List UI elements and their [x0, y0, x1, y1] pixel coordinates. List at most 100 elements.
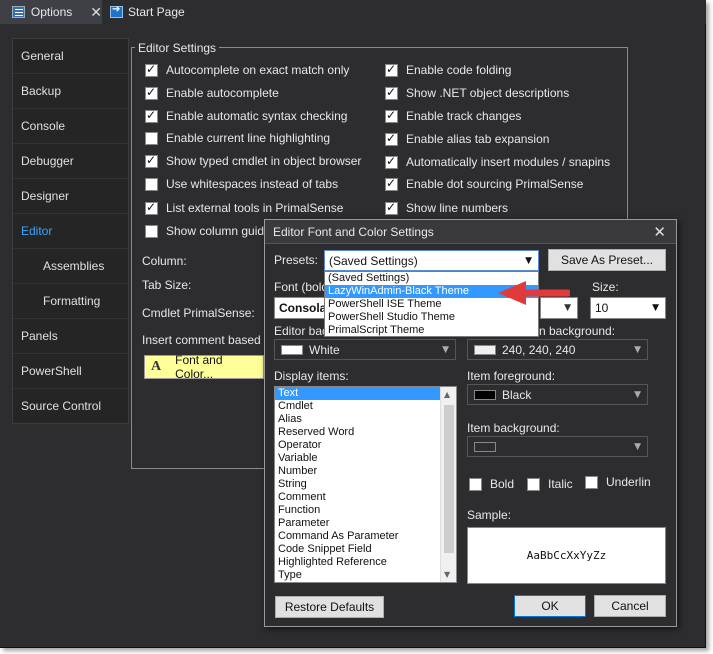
list-item[interactable]: Highlighted Reference	[275, 556, 456, 569]
editor-background-select[interactable]: White ▼	[274, 339, 456, 360]
checkbox-box[interactable]	[385, 200, 398, 215]
presets-select[interactable]: (Saved Settings) ▼	[324, 250, 539, 271]
checkbox-code-folding[interactable]: Enable code folding	[385, 62, 511, 77]
checkbox-column-guide[interactable]: Show column guide	[145, 224, 271, 238]
checkbox-insert-modules[interactable]: Automatically insert modules / snapins	[385, 154, 610, 169]
checkbox-net-descriptions[interactable]: Show .NET object descriptions	[385, 85, 569, 100]
list-item[interactable]: Reserved Word	[275, 426, 456, 439]
checkbox-box[interactable]	[145, 62, 158, 77]
scroll-down-icon[interactable]: ▼	[444, 570, 450, 579]
checkbox-box[interactable]	[145, 224, 158, 238]
checkbox-box[interactable]	[145, 131, 158, 145]
checkbox-typed-cmdlet[interactable]: Show typed cmdlet in object browser	[145, 153, 361, 168]
sidebar-item-backup[interactable]: Backup	[13, 74, 128, 109]
checkbox-box[interactable]	[385, 62, 398, 77]
list-item[interactable]: Operator	[275, 439, 456, 452]
checkbox-box[interactable]	[585, 475, 598, 489]
cancel-button[interactable]: Cancel	[594, 595, 666, 617]
sidebar-item-assemblies[interactable]: Assemblies	[13, 249, 128, 284]
sidebar-item-editor[interactable]: Editor	[13, 214, 128, 249]
start-page-icon	[110, 4, 123, 18]
list-item[interactable]: Alias	[275, 413, 456, 426]
options-window: Options ✕ Start Page General Backup Cons…	[0, 0, 706, 648]
list-item[interactable]: Type	[275, 569, 456, 582]
close-icon[interactable]: ✕	[653, 221, 666, 245]
list-item[interactable]: Function	[275, 504, 456, 517]
scrollbar-thumb[interactable]	[444, 405, 454, 553]
checkbox-box[interactable]	[527, 477, 540, 491]
item-background-select[interactable]: ▼	[467, 436, 648, 457]
sidebar-item-debugger[interactable]: Debugger	[13, 144, 128, 179]
checkbox-box[interactable]	[145, 153, 158, 168]
checkbox-external-tools[interactable]: List external tools in PrimalSense	[145, 200, 343, 215]
font-and-color-label: Font and Color...	[175, 353, 223, 381]
checkbox-box[interactable]	[385, 176, 398, 191]
checkbox-box[interactable]	[385, 131, 398, 146]
scroll-up-icon[interactable]: ▲	[444, 390, 450, 399]
selection-background-select[interactable]: 240, 240, 240 ▼	[467, 339, 648, 360]
sidebar-item-source-control[interactable]: Source Control	[13, 389, 128, 424]
document-tabstrip: Options ✕ Start Page	[0, 0, 706, 24]
checkbox-box[interactable]	[385, 85, 398, 100]
close-icon[interactable]: ✕	[90, 4, 102, 21]
checkbox-label: Enable current line highlighting	[166, 131, 331, 145]
item-foreground-value: Black	[502, 387, 532, 402]
checkbox-box[interactable]	[145, 108, 158, 123]
list-item[interactable]: Text	[275, 387, 456, 400]
preset-option[interactable]: PowerShell Studio Theme	[325, 311, 538, 324]
tab-options[interactable]: Options ✕	[0, 0, 102, 24]
checkbox-label: Enable alias tab expansion	[406, 132, 550, 146]
list-scrollbar[interactable]: ▲ ▼	[440, 387, 456, 582]
display-items-list[interactable]: Text Cmdlet Alias Reserved Word Operator Vari…	[274, 386, 457, 583]
sidebar-item-general[interactable]: General	[13, 39, 128, 74]
checkbox-box[interactable]	[145, 200, 158, 215]
list-item[interactable]: Number	[275, 465, 456, 478]
checkbox-box[interactable]	[145, 85, 158, 100]
ok-button[interactable]: OK	[514, 595, 586, 617]
list-item[interactable]: String	[275, 478, 456, 491]
presets-label: Presets:	[274, 253, 319, 267]
font-select[interactable]: Consola	[274, 297, 330, 319]
checkbox-box[interactable]	[145, 177, 158, 191]
checkbox-bold[interactable]: Bold	[469, 477, 514, 491]
checkbox-label: Show column guide	[166, 224, 271, 238]
size-select[interactable]: 10 ▼	[590, 297, 666, 319]
item-foreground-select[interactable]: Black ▼	[467, 384, 648, 405]
font-and-color-button[interactable]: A Font and Color...	[144, 353, 264, 381]
item-foreground-label: Item foreground:	[467, 369, 556, 383]
selection-background-label: n background:	[539, 324, 616, 338]
list-item[interactable]: Comment	[275, 491, 456, 504]
tab-start-page[interactable]: Start Page	[105, 0, 215, 24]
checkbox-italic[interactable]: Italic	[527, 477, 573, 491]
presets-value: (Saved Settings)	[329, 253, 418, 268]
list-item[interactable]: Parameter	[275, 517, 456, 530]
list-item[interactable]: Cmdlet	[275, 400, 456, 413]
sidebar-item-formatting[interactable]: Formatting	[13, 284, 128, 319]
tab-size-label: Tab Size:	[142, 278, 192, 292]
sidebar-item-panels[interactable]: Panels	[13, 319, 128, 354]
options-icon	[12, 6, 25, 18]
list-item[interactable]: Command As Parameter	[275, 530, 456, 543]
sidebar-item-designer[interactable]: Designer	[13, 179, 128, 214]
checkbox-syntax-checking[interactable]: Enable automatic syntax checking	[145, 108, 347, 123]
checkbox-autocomplete-exact[interactable]: Autocomplete on exact match only	[145, 62, 349, 77]
checkbox-whitespaces[interactable]: Use whitespaces instead of tabs	[145, 177, 338, 191]
list-item[interactable]: Variable	[275, 452, 456, 465]
checkbox-alias-expansion[interactable]: Enable alias tab expansion	[385, 131, 550, 146]
checkbox-enable-autocomplete[interactable]: Enable autocomplete	[145, 85, 279, 100]
color-swatch	[474, 441, 496, 452]
checkbox-underline[interactable]: Underlin	[585, 475, 651, 489]
checkbox-box[interactable]	[385, 108, 398, 123]
checkbox-box[interactable]	[469, 477, 482, 491]
checkbox-track-changes[interactable]: Enable track changes	[385, 108, 521, 123]
checkbox-line-numbers[interactable]: Show line numbers	[385, 200, 508, 215]
checkbox-line-highlighting[interactable]: Enable current line highlighting	[145, 131, 330, 145]
sidebar-item-powershell[interactable]: PowerShell	[13, 354, 128, 389]
checkbox-dot-sourcing[interactable]: Enable dot sourcing PrimalSense	[385, 176, 583, 191]
checkbox-box[interactable]	[385, 154, 398, 169]
list-item[interactable]: Code Snippet Field	[275, 543, 456, 556]
sidebar-item-console[interactable]: Console	[13, 109, 128, 144]
save-as-preset-button[interactable]: Save As Preset...	[548, 249, 666, 271]
preset-option[interactable]: PrimalScript Theme	[325, 324, 538, 337]
restore-defaults-button[interactable]: Restore Defaults	[275, 596, 384, 618]
